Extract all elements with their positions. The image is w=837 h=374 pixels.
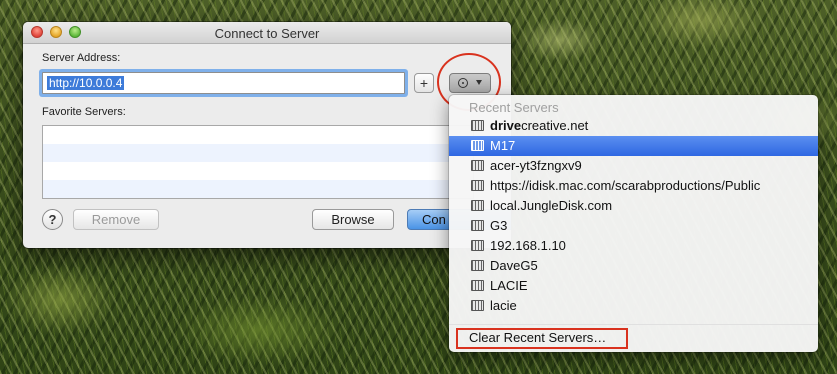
menu-item[interactable]: local.JungleDisk.com — [449, 196, 818, 216]
network-server-icon — [471, 240, 484, 251]
menu-item[interactable]: lacie — [449, 296, 818, 316]
menu-item-match: drive — [490, 118, 522, 133]
menu-item-text: https://idisk.mac.com/scarabproductions/… — [490, 178, 761, 193]
menu-item-label: local.JungleDisk.com — [490, 196, 612, 216]
connect-to-server-window: Connect to Server Server Address: http:/… — [23, 22, 511, 248]
menu-item-text: acer-yt3fzngxv9 — [490, 158, 582, 173]
menu-item[interactable]: 192.168.1.10 — [449, 236, 818, 256]
network-server-icon — [471, 180, 484, 191]
network-server-icon — [471, 220, 484, 231]
menu-separator — [449, 324, 818, 325]
menu-item-label: https://idisk.mac.com/scarabproductions/… — [490, 176, 760, 196]
favorite-servers-list[interactable] — [42, 125, 474, 199]
menu-item-text: M17 — [490, 138, 516, 153]
menu-item[interactable]: https://idisk.mac.com/scarabproductions/… — [449, 176, 818, 196]
menu-item-label: acer-yt3fzngxv9 — [490, 156, 582, 176]
remove-button[interactable]: Remove — [73, 209, 159, 230]
list-row[interactable] — [43, 180, 473, 198]
annotation-rectangle — [456, 328, 628, 349]
menu-item-text: local.JungleDisk.com — [490, 198, 613, 213]
favorite-servers-label: Favorite Servers: — [42, 106, 126, 118]
network-server-icon — [471, 280, 484, 291]
menu-item[interactable]: DaveG5 — [449, 256, 818, 276]
menu-item-text: LACIE — [490, 278, 528, 293]
add-favorite-button[interactable]: + — [414, 73, 434, 93]
menu-item[interactable]: acer-yt3fzngxv9 — [449, 156, 818, 176]
browse-button[interactable]: Browse — [312, 209, 394, 230]
network-server-icon — [471, 300, 484, 311]
menu-items: drivecreative.net M17 acer-yt3fzngxv9 https… — [449, 116, 818, 316]
menu-item-text: 192.168.1.10 — [490, 238, 566, 253]
menu-item-text: creative.net — [521, 118, 589, 133]
menu-item[interactable]: drivecreative.net — [449, 116, 818, 136]
list-row[interactable] — [43, 144, 473, 162]
titlebar: Connect to Server — [23, 22, 511, 44]
menu-item[interactable]: LACIE — [449, 276, 818, 296]
menu-item-label: 192.168.1.10 — [490, 236, 566, 256]
menu-item-label: drivecreative.net — [490, 116, 588, 136]
menu-item[interactable]: G3 — [449, 216, 818, 236]
menu-item-label: lacie — [490, 296, 517, 316]
menu-item-label: DaveG5 — [490, 256, 538, 276]
server-address-label: Server Address: — [42, 52, 121, 64]
menu-item-text: DaveG5 — [490, 258, 538, 273]
window-title: Connect to Server — [214, 26, 320, 41]
menu-item[interactable]: M17 — [449, 136, 818, 156]
network-server-icon — [471, 200, 484, 211]
menu-item-text: G3 — [490, 218, 508, 233]
network-server-icon — [471, 140, 484, 151]
menu-item-label: G3 — [490, 216, 507, 236]
network-server-icon — [471, 260, 484, 271]
list-row[interactable] — [43, 126, 473, 144]
network-server-icon — [471, 160, 484, 171]
menu-header: Recent Servers — [469, 100, 559, 115]
menu-item-text: lacie — [490, 298, 517, 313]
server-address-field[interactable]: http://10.0.0.4 — [42, 72, 405, 94]
menu-item-label: M17 — [490, 136, 515, 156]
menu-item-label: LACIE — [490, 276, 528, 296]
list-row[interactable] — [43, 162, 473, 180]
network-server-icon — [471, 120, 484, 131]
recent-servers-menu: Recent Servers drivecreative.net M17 acer-… — [449, 95, 818, 352]
help-button[interactable]: ? — [42, 209, 63, 230]
server-address-value: http://10.0.0.4 — [47, 76, 125, 90]
